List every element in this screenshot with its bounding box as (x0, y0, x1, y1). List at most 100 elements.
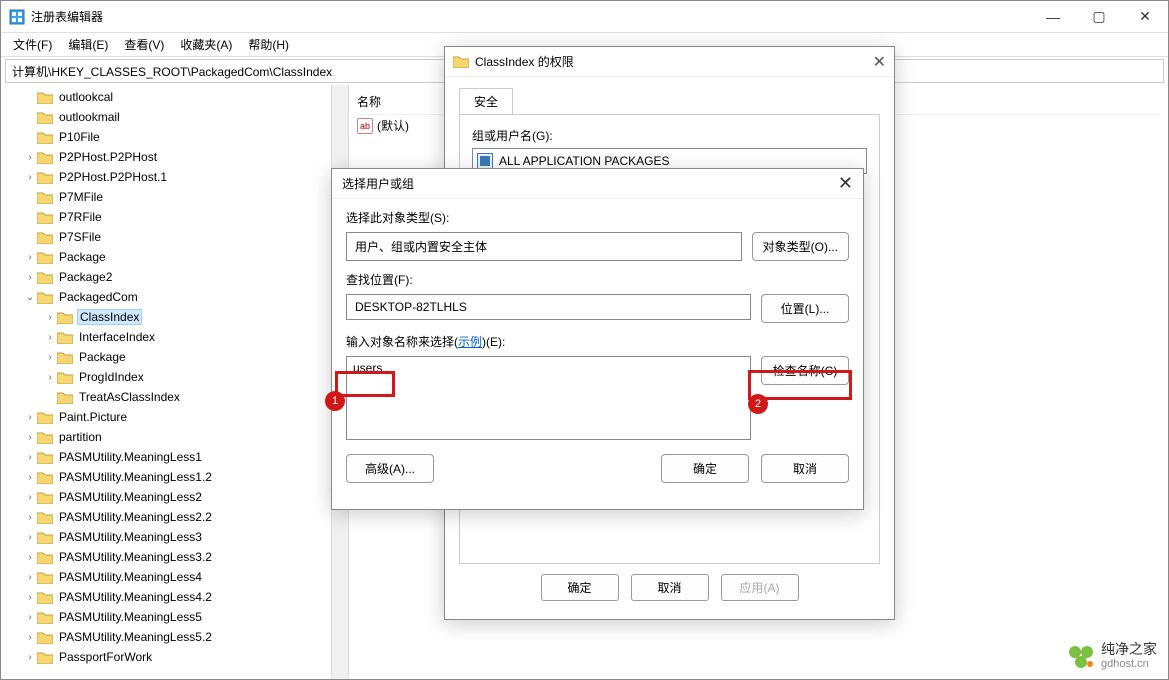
folder-icon (57, 331, 73, 344)
tree-item[interactable]: ›PASMUtility.MeaningLess3.2 (1, 547, 348, 567)
ok-button[interactable]: 确定 (541, 574, 619, 601)
tree-item[interactable]: ›ClassIndex (1, 307, 348, 327)
chevron-right-icon[interactable]: › (23, 512, 37, 523)
chevron-right-icon[interactable]: › (23, 632, 37, 643)
object-type-field[interactable]: 用户、组或内置安全主体 (346, 232, 742, 261)
tab-security[interactable]: 安全 (459, 88, 513, 115)
chevron-right-icon[interactable]: › (43, 312, 57, 323)
chevron-right-icon[interactable]: › (23, 612, 37, 623)
chevron-right-icon[interactable]: › (23, 452, 37, 463)
tree-item[interactable]: ›PASMUtility.MeaningLess5.2 (1, 627, 348, 647)
folder-icon (37, 471, 53, 484)
chevron-right-icon[interactable]: › (23, 472, 37, 483)
tree-item[interactable]: P7SFile (1, 227, 348, 247)
chevron-down-icon[interactable]: ⌄ (23, 292, 37, 303)
tree-item[interactable]: ›PASMUtility.MeaningLess1.2 (1, 467, 348, 487)
chevron-right-icon[interactable]: › (23, 272, 37, 283)
menu-help[interactable]: 帮助(H) (240, 34, 297, 55)
apply-button[interactable]: 应用(A) (721, 574, 799, 601)
tree-item[interactable]: › Package2 (1, 267, 348, 287)
chevron-right-icon[interactable]: › (23, 432, 37, 443)
tree-item[interactable]: ›Package (1, 247, 348, 267)
close-button[interactable]: ✕ (1122, 1, 1168, 33)
tree-item-label: PASMUtility.MeaningLess2.2 (57, 510, 214, 524)
tree-item[interactable]: ›PASMUtility.MeaningLess5 (1, 607, 348, 627)
chevron-right-icon[interactable]: › (43, 372, 57, 383)
tree-item-label: ProgIdIndex (77, 370, 146, 384)
folder-icon (37, 231, 53, 244)
chevron-right-icon[interactable]: › (23, 552, 37, 563)
tree-item-label: P2PHost.P2PHost (57, 150, 159, 164)
tree-item-label: Package2 (57, 270, 114, 284)
tree-item[interactable]: ›Paint.Picture (1, 407, 348, 427)
cancel-button[interactable]: 取消 (761, 454, 849, 483)
location-field[interactable]: DESKTOP-82TLHLS (346, 294, 751, 320)
tree-item[interactable]: › PASMUtility.MeaningLess2.2 (1, 507, 348, 527)
tree-item-label: outlookcal (57, 90, 115, 104)
chevron-right-icon[interactable]: › (23, 252, 37, 263)
folder-icon (37, 191, 53, 204)
folder-icon (57, 311, 73, 324)
tree-item-label: Package (77, 350, 128, 364)
chevron-right-icon[interactable]: › (23, 492, 37, 503)
chevron-right-icon[interactable]: › (23, 532, 37, 543)
address-text: 计算机\HKEY_CLASSES_ROOT\PackagedCom\ClassI… (12, 63, 332, 80)
folder-icon (37, 171, 53, 184)
object-types-button[interactable]: 对象类型(O)... (752, 232, 849, 261)
maximize-button[interactable]: ▢ (1076, 1, 1122, 33)
menu-edit[interactable]: 编辑(E) (60, 34, 116, 55)
menu-file[interactable]: 文件(F) (5, 34, 60, 55)
menu-view[interactable]: 查看(V) (116, 34, 172, 55)
chevron-right-icon[interactable]: › (23, 592, 37, 603)
close-icon[interactable]: ✕ (838, 173, 853, 194)
minimize-button[interactable]: — (1030, 1, 1076, 33)
tree-item-label: outlookmail (57, 110, 122, 124)
tree-item[interactable]: › Package (1, 347, 348, 367)
chevron-right-icon[interactable]: › (23, 412, 37, 423)
package-icon (477, 153, 493, 169)
tree-item-label: PackagedCom (57, 290, 140, 304)
tree-item[interactable]: ›PASMUtility.MeaningLess3 (1, 527, 348, 547)
tree-item[interactable]: TreatAsClassIndex (1, 387, 348, 407)
titlebar: 注册表编辑器 — ▢ ✕ (1, 1, 1168, 33)
tree-item[interactable]: › P2PHost.P2PHost (1, 147, 348, 167)
object-names-input[interactable]: users (346, 356, 751, 440)
tree-item[interactable]: P7RFile (1, 207, 348, 227)
advanced-button[interactable]: 高级(A)... (346, 454, 434, 483)
chevron-right-icon[interactable]: › (43, 332, 57, 343)
tree-item[interactable]: P7MFile (1, 187, 348, 207)
tree-item[interactable]: ›P2PHost.P2PHost.1 (1, 167, 348, 187)
tree-item[interactable]: ›PassportForWork (1, 647, 348, 667)
tree-item[interactable]: outlookcal (1, 87, 348, 107)
tree-panel[interactable]: outlookcaloutlookmailP10File›P2PHost.P2P… (1, 85, 349, 679)
chevron-right-icon[interactable]: › (23, 172, 37, 183)
chevron-right-icon[interactable]: › (23, 572, 37, 583)
dialog-title: 选择用户或组 (342, 175, 838, 192)
tree-item-label: InterfaceIndex (77, 330, 157, 344)
tree-item[interactable]: ⌄ PackagedCom (1, 287, 348, 307)
ok-button[interactable]: 确定 (661, 454, 749, 483)
tree-item-label: partition (57, 430, 104, 444)
chevron-right-icon[interactable]: › (43, 352, 57, 363)
tree-item[interactable]: ›PASMUtility.MeaningLess4.2 (1, 587, 348, 607)
chevron-right-icon[interactable]: › (23, 652, 37, 663)
folder-icon (37, 551, 53, 564)
tree-item[interactable]: › partition (1, 427, 348, 447)
folder-icon (37, 251, 53, 264)
examples-link[interactable]: 示例 (458, 335, 482, 349)
tree-item[interactable]: outlookmail (1, 107, 348, 127)
tree-item[interactable]: ›PASMUtility.MeaningLess1 (1, 447, 348, 467)
chevron-right-icon[interactable]: › (23, 152, 37, 163)
close-icon[interactable]: ✕ (873, 52, 886, 72)
check-names-button[interactable]: 检查名称(C) (761, 356, 849, 385)
folder-icon (57, 371, 73, 384)
watermark-domain: gdhost.cn (1101, 658, 1157, 670)
tree-item[interactable]: › ProgIdIndex (1, 367, 348, 387)
cancel-button[interactable]: 取消 (631, 574, 709, 601)
tree-item[interactable]: ›PASMUtility.MeaningLess4 (1, 567, 348, 587)
tree-item[interactable]: ›PASMUtility.MeaningLess2 (1, 487, 348, 507)
tree-item[interactable]: › InterfaceIndex (1, 327, 348, 347)
locations-button[interactable]: 位置(L)... (761, 294, 849, 323)
menu-favorites[interactable]: 收藏夹(A) (172, 34, 240, 55)
tree-item[interactable]: P10File (1, 127, 348, 147)
